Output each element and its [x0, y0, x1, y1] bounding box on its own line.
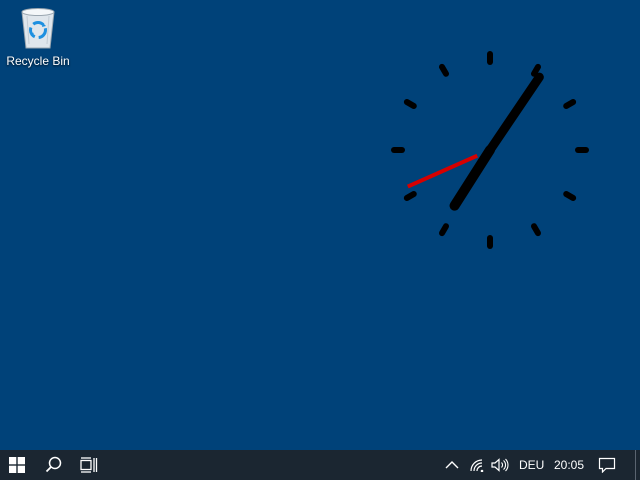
volume-button[interactable] [488, 450, 512, 480]
clock-tick [439, 63, 449, 77]
task-view-button[interactable] [73, 450, 105, 480]
clock-tick [531, 223, 541, 237]
clock-minute-hand [477, 72, 544, 167]
recycle-bin-icon [21, 8, 55, 49]
clock-tick [531, 63, 541, 77]
task-view-icon [80, 457, 98, 473]
clock-tick [403, 191, 417, 201]
desktop-icon-recycle-bin[interactable]: Recycle Bin [2, 6, 74, 76]
wifi-icon [470, 459, 484, 472]
show-desktop-button[interactable] [635, 450, 636, 480]
search-button[interactable] [38, 450, 70, 480]
windows-logo-icon [9, 457, 25, 473]
clock-tick [563, 99, 577, 109]
network-button[interactable] [466, 450, 488, 480]
desktop-icon-label: Recycle Bin [6, 54, 70, 68]
action-center-icon [598, 457, 616, 473]
desktop[interactable]: Recycle Bin [0, 0, 640, 450]
clock-tick [563, 191, 577, 201]
taskbar: DEU 20:05 [0, 450, 640, 480]
search-icon [45, 456, 62, 473]
action-center-button[interactable] [594, 450, 620, 480]
analog-clock[interactable] [390, 50, 590, 250]
taskbar-clock[interactable]: 20:05 [554, 450, 584, 480]
chevron-up-icon [445, 461, 459, 469]
speaker-icon [491, 458, 509, 472]
start-button[interactable] [0, 450, 34, 480]
clock-tick [439, 223, 449, 237]
clock-tick [403, 99, 417, 109]
show-hidden-icons-button[interactable] [441, 450, 463, 480]
input-language-indicator[interactable]: DEU [519, 450, 544, 480]
